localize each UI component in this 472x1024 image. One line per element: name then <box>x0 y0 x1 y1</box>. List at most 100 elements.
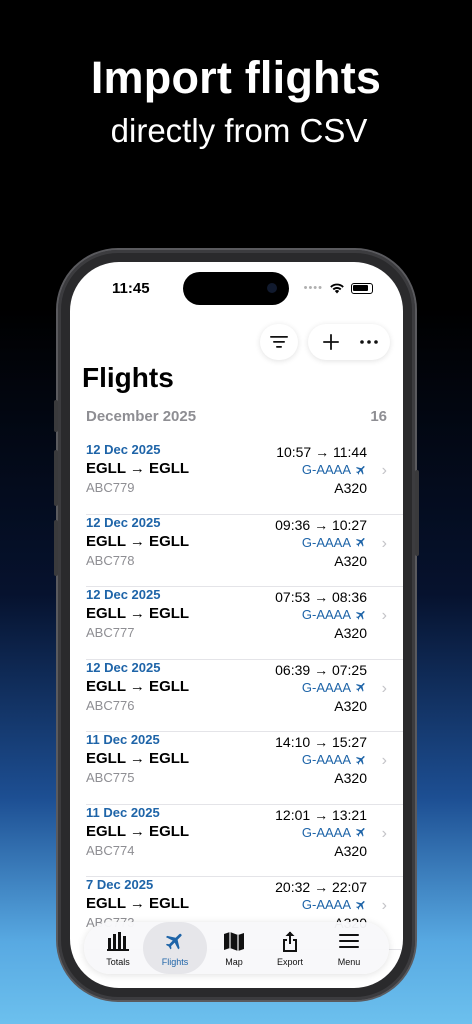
flight-row[interactable]: 12 Dec 2025 EGLL → EGLL ABC776 06:39 → 0… <box>70 659 403 732</box>
flight-list: 12 Dec 2025 EGLL → EGLL ABC779 10:57 → 1… <box>70 442 403 950</box>
flight-route: EGLL → EGLL <box>86 677 190 695</box>
registration-text: G-AAAA <box>301 607 351 622</box>
flight-times: 20:32 → 22:07 <box>275 879 367 895</box>
flight-date: 11 Dec 2025 <box>86 804 160 820</box>
wifi-icon <box>330 283 344 294</box>
ellipsis-icon <box>360 340 378 344</box>
more-options-button[interactable] <box>354 324 384 360</box>
flight-row[interactable]: 12 Dec 2025 EGLL → EGLL ABC779 10:57 → 1… <box>70 442 403 515</box>
chevron-right-icon: › <box>381 824 387 842</box>
flight-registration: G-AAAA <box>302 680 367 695</box>
aircraft-type: A320 <box>334 770 367 786</box>
section-month-label: December 2025 <box>86 408 197 425</box>
flight-registration: G-AAAA <box>302 462 367 477</box>
flight-date: 7 Dec 2025 <box>86 877 154 892</box>
flight-row[interactable]: 11 Dec 2025 EGLL → EGLL ABC774 12:01 → 1… <box>70 804 403 877</box>
registration-text: G-AAAA <box>301 534 351 550</box>
flight-route: EGLL → EGLL <box>86 822 190 840</box>
airplane-icon <box>163 930 187 952</box>
flight-row[interactable]: 11 Dec 2025 EGLL → EGLL ABC775 14:10 → 1… <box>70 732 403 805</box>
flight-route: EGLL → EGLL <box>86 460 190 477</box>
airplane-icon <box>356 755 365 765</box>
airplane-icon <box>356 610 365 620</box>
flight-row[interactable]: 12 Dec 2025 EGLL → EGLL ABC778 09:36 → 1… <box>70 514 403 587</box>
registration-text: G-AAAA <box>301 679 351 695</box>
chevron-right-icon: › <box>381 607 387 624</box>
flight-registration: G-AAAA <box>302 897 367 912</box>
phone-frame: 11:45 •••• Flights December 2025 16 12 D… <box>54 250 419 1000</box>
tab-map[interactable]: Map <box>205 922 263 974</box>
flight-number: ABC778 <box>86 552 135 568</box>
power-button <box>415 470 419 556</box>
action-button <box>54 400 58 432</box>
plus-icon <box>323 334 339 350</box>
flight-registration: G-AAAA <box>302 535 367 550</box>
volume-up-button <box>54 450 58 506</box>
registration-text: G-AAAA <box>301 752 351 767</box>
flight-route: EGLL → EGLL <box>86 895 190 912</box>
flight-times: 06:39 → 07:25 <box>275 661 367 678</box>
chevron-right-icon: › <box>381 752 387 769</box>
flight-route: EGLL → EGLL <box>86 532 190 550</box>
page-title: Flights <box>82 362 174 393</box>
flight-times: 14:10 → 15:27 <box>275 734 367 750</box>
aircraft-type: A320 <box>334 697 367 714</box>
section-header: December 2025 16 <box>86 408 387 425</box>
tab-label: Map <box>225 957 243 967</box>
chevron-right-icon: › <box>381 462 387 479</box>
airplane-icon <box>356 828 365 837</box>
flight-date: 12 Dec 2025 <box>86 514 161 530</box>
flight-number: ABC779 <box>86 480 135 495</box>
flight-date: 12 Dec 2025 <box>86 659 161 675</box>
flight-registration: G-AAAA <box>302 752 367 767</box>
flight-times: 10:57 → 11:44 <box>276 444 367 460</box>
tab-menu[interactable]: Menu <box>320 922 378 974</box>
tab-export[interactable]: Export <box>261 922 319 974</box>
tab-flights[interactable]: Flights <box>143 922 207 974</box>
flight-times: 07:53 → 08:36 <box>275 589 367 605</box>
aircraft-type: A320 <box>334 625 367 641</box>
flight-times: 09:36 → 10:27 <box>275 516 367 533</box>
chevron-right-icon: › <box>381 897 387 914</box>
airplane-icon <box>356 538 365 547</box>
aircraft-type: A320 <box>334 552 367 569</box>
tab-label: Export <box>276 957 303 967</box>
registration-text: G-AAAA <box>301 462 351 477</box>
flight-registration: G-AAAA <box>302 825 367 840</box>
status-time: 11:45 <box>112 280 150 297</box>
flight-number: ABC776 <box>86 697 135 713</box>
flight-number: ABC777 <box>86 625 135 640</box>
flight-date: 11 Dec 2025 <box>86 732 160 747</box>
flight-date: 12 Dec 2025 <box>86 442 161 457</box>
registration-text: G-AAAA <box>301 897 351 912</box>
add-flight-button[interactable] <box>316 324 346 360</box>
aircraft-type: A320 <box>334 480 367 496</box>
share-icon <box>278 930 302 952</box>
aircraft-type: A320 <box>334 842 367 859</box>
section-count: 16 <box>370 408 387 425</box>
cellular-signal-icon: •••• <box>303 282 323 294</box>
flight-route: EGLL → EGLL <box>86 750 190 767</box>
volume-down-button <box>54 520 58 576</box>
airplane-icon <box>356 900 365 910</box>
chart-bar-icon <box>106 930 130 952</box>
headline: Import flights <box>90 52 382 103</box>
tab-label: Menu <box>337 957 361 967</box>
flight-route: EGLL → EGLL <box>86 605 190 622</box>
map-icon <box>222 930 246 952</box>
chevron-right-icon: › <box>381 534 387 552</box>
airplane-icon <box>356 465 365 475</box>
flight-row[interactable]: 12 Dec 2025 EGLL → EGLL ABC777 07:53 → 0… <box>70 587 403 660</box>
flight-date: 12 Dec 2025 <box>86 587 161 602</box>
flight-times: 12:01 → 13:21 <box>275 806 367 823</box>
tab-totals[interactable]: Totals <box>89 922 147 974</box>
filter-icon <box>270 336 288 348</box>
tab-label: Flights <box>161 957 189 967</box>
flight-registration: G-AAAA <box>302 607 367 622</box>
chevron-right-icon: › <box>381 679 387 697</box>
flight-number: ABC774 <box>86 842 135 858</box>
hamburger-menu-icon <box>337 930 361 952</box>
tab-bar: Totals Flights Map Export Menu <box>84 922 389 974</box>
dynamic-island <box>183 272 289 305</box>
filter-button[interactable] <box>260 324 298 360</box>
